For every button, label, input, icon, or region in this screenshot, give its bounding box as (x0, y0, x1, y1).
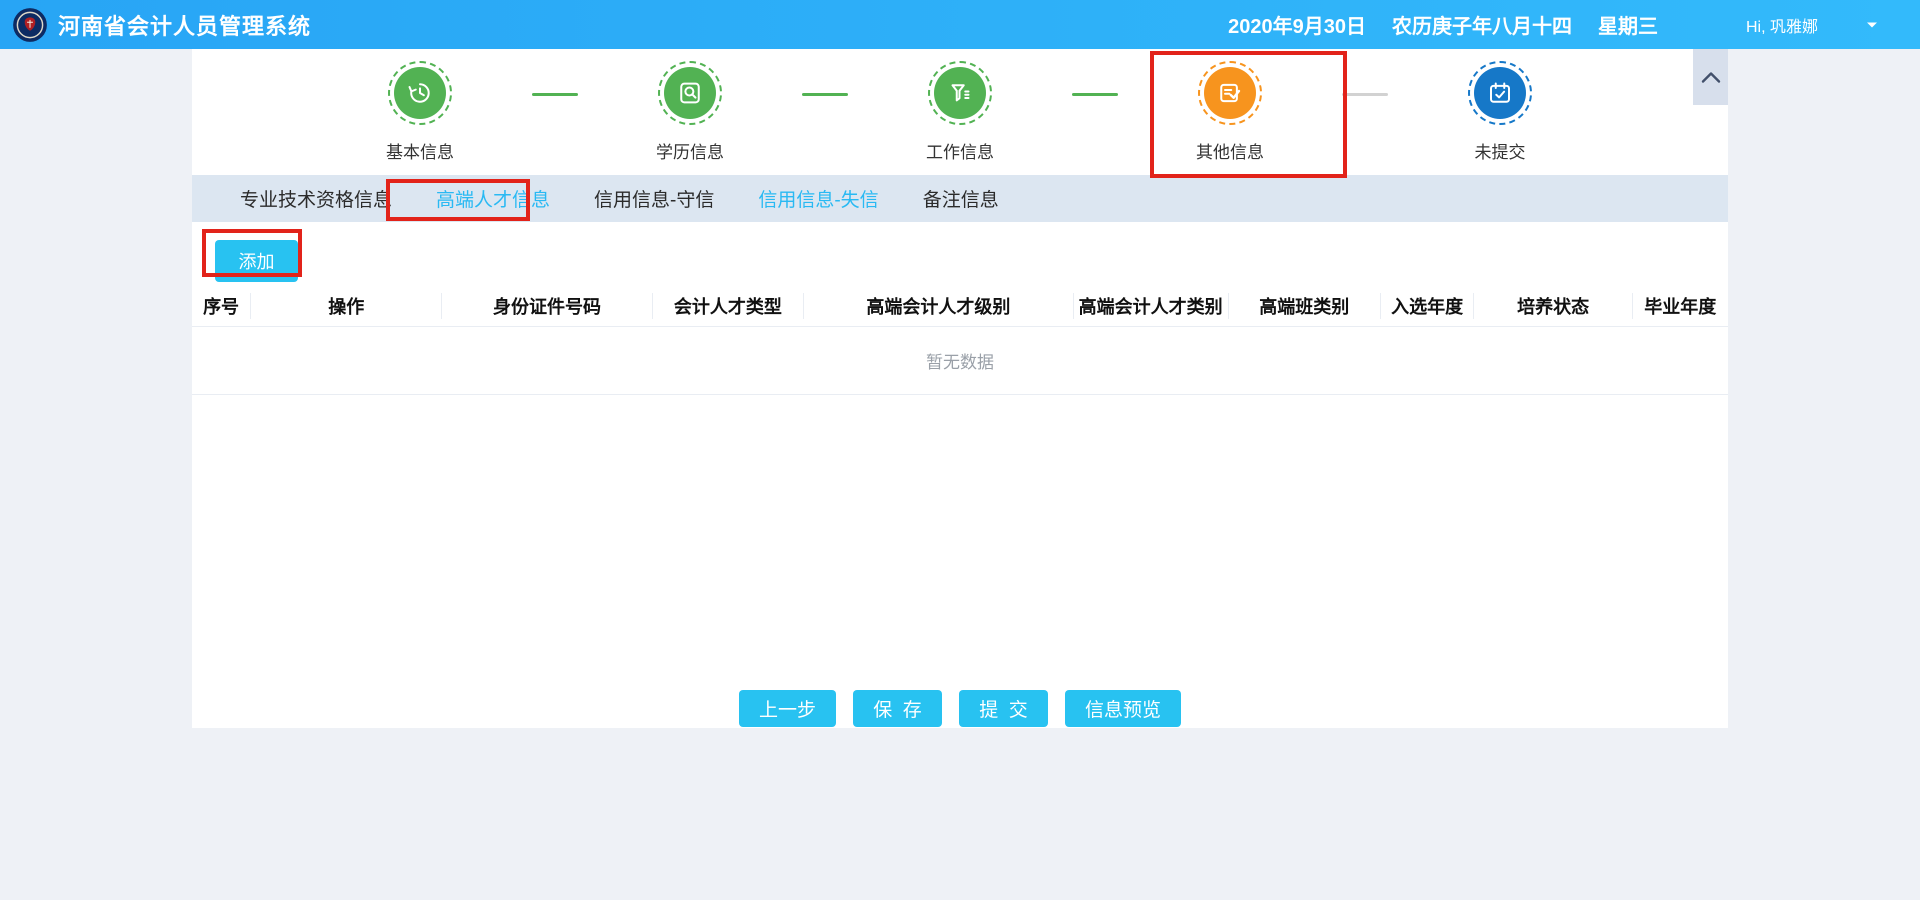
table-header-row: 序号 操作 身份证件号码 会计人才类型 高端会计人才级别 高端会计人才类别 高端… (192, 285, 1728, 327)
add-button[interactable]: 添加 (215, 240, 298, 282)
col-seq-no: 序号 (192, 293, 251, 319)
user-menu-toggle[interactable] (1866, 21, 1878, 29)
history-icon (405, 78, 435, 108)
tab-professional-qualification[interactable]: 专业技术资格信息 (240, 185, 392, 212)
step-basic-info[interactable]: 基本信息 (285, 61, 555, 163)
content-card: 基本信息 学历信息 (192, 49, 1728, 728)
step-ring (1468, 61, 1532, 125)
col-graduation-year: 毕业年度 (1633, 293, 1728, 319)
previous-step-button[interactable]: 上一步 (739, 690, 836, 727)
col-actions: 操作 (251, 293, 442, 319)
step-other-info[interactable]: 其他信息 (1095, 61, 1365, 163)
header-date: 2020年9月30日 (1228, 10, 1366, 39)
col-selection-year: 入选年度 (1381, 293, 1475, 319)
app-logo-icon (12, 7, 48, 43)
tab-high-end-talent[interactable]: 高端人才信息 (436, 185, 550, 212)
wizard-footer: 上一步 保 存 提 交 信息预览 (192, 690, 1728, 728)
col-class-category: 高端班类别 (1229, 293, 1381, 319)
step-not-submitted[interactable]: 未提交 (1365, 61, 1635, 163)
step-label: 未提交 (1475, 138, 1526, 163)
step-ring (658, 61, 722, 125)
table-empty-state: 暂无数据 (192, 327, 1728, 395)
step-label: 学历信息 (656, 138, 724, 163)
submit-button[interactable]: 提 交 (959, 690, 1048, 727)
col-id-number: 身份证件号码 (442, 293, 652, 319)
col-talent-level: 高端会计人才级别 (804, 293, 1074, 319)
header-date-group: 2020年9月30日 农历庚子年八月十四 星期三 (1228, 10, 1658, 39)
save-button[interactable]: 保 存 (853, 690, 942, 727)
header-weekday: 星期三 (1598, 10, 1658, 39)
calendar-check-icon (1485, 78, 1515, 108)
tab-remarks[interactable]: 备注信息 (923, 185, 999, 212)
wizard-steps: 基本信息 学历信息 (192, 49, 1728, 175)
info-tabbar: 专业技术资格信息 高端人才信息 信用信息-守信 信用信息-失信 备注信息 (192, 175, 1728, 222)
document-search-icon (675, 78, 705, 108)
col-talent-category: 高端会计人才类别 (1074, 293, 1229, 319)
table-toolbar: 添加 (192, 222, 1728, 285)
step-ring (388, 61, 452, 125)
info-preview-button[interactable]: 信息预览 (1065, 690, 1181, 727)
step-ring (928, 61, 992, 125)
step-label: 其他信息 (1196, 138, 1264, 163)
edit-check-icon (1215, 78, 1245, 108)
col-talent-type: 会计人才类型 (653, 293, 804, 319)
header-lunar-date: 农历庚子年八月十四 (1392, 10, 1572, 39)
step-label: 基本信息 (386, 138, 454, 163)
col-training-status: 培养状态 (1474, 293, 1632, 319)
step-ring (1198, 61, 1262, 125)
app-title: 河南省会计人员管理系统 (58, 9, 311, 41)
step-education-info[interactable]: 学历信息 (555, 61, 825, 163)
step-work-info[interactable]: 工作信息 (825, 61, 1095, 163)
tab-credit-trustworthy[interactable]: 信用信息-守信 (594, 185, 714, 212)
user-greeting: Hi, 巩雅娜 (1746, 13, 1818, 37)
talent-table: 序号 操作 身份证件号码 会计人才类型 高端会计人才级别 高端会计人才类别 高端… (192, 285, 1728, 395)
caret-down-icon (1866, 21, 1878, 29)
app-header: 河南省会计人员管理系统 2020年9月30日 农历庚子年八月十四 星期三 Hi,… (0, 0, 1920, 49)
funnel-icon (945, 78, 975, 108)
tab-credit-untrustworthy[interactable]: 信用信息-失信 (758, 185, 878, 212)
step-label: 工作信息 (926, 138, 994, 163)
